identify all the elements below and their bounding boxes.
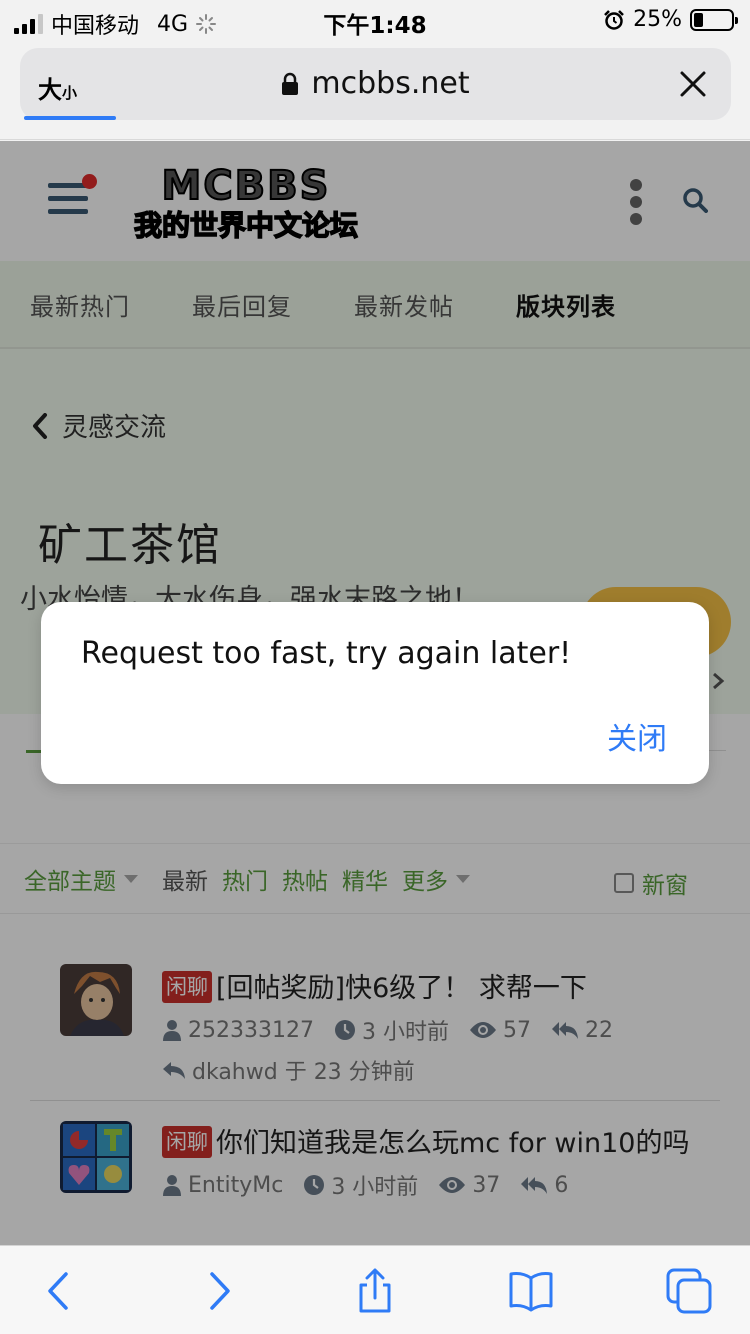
- alert-message: Request too fast, try again later!: [81, 636, 572, 671]
- bookmarks-icon[interactable]: [508, 1268, 554, 1314]
- alert-dialog: Request too fast, try again later! 关闭: [41, 602, 709, 784]
- alert-close-button[interactable]: 关闭: [607, 714, 667, 758]
- battery-icon: [690, 8, 738, 31]
- status-bar: 中国移动 4G 下午1:48 25%: [0, 0, 750, 40]
- url-text: mcbbs.net: [311, 66, 470, 101]
- lock-icon: [282, 72, 299, 95]
- browser-top-bar: 大小 mcbbs.net: [0, 40, 750, 140]
- stop-loading-icon[interactable]: [675, 66, 711, 102]
- page-load-progress: [24, 116, 116, 120]
- browser-toolbar: [0, 1245, 750, 1334]
- back-arrow-icon[interactable]: [36, 1268, 82, 1314]
- battery-percent: 25%: [633, 7, 682, 32]
- forward-arrow-icon[interactable]: [196, 1268, 242, 1314]
- address-bar[interactable]: 大小 mcbbs.net: [20, 48, 731, 120]
- tabs-icon[interactable]: [666, 1268, 712, 1314]
- alarm-icon: [604, 9, 624, 30]
- share-icon[interactable]: [352, 1268, 398, 1314]
